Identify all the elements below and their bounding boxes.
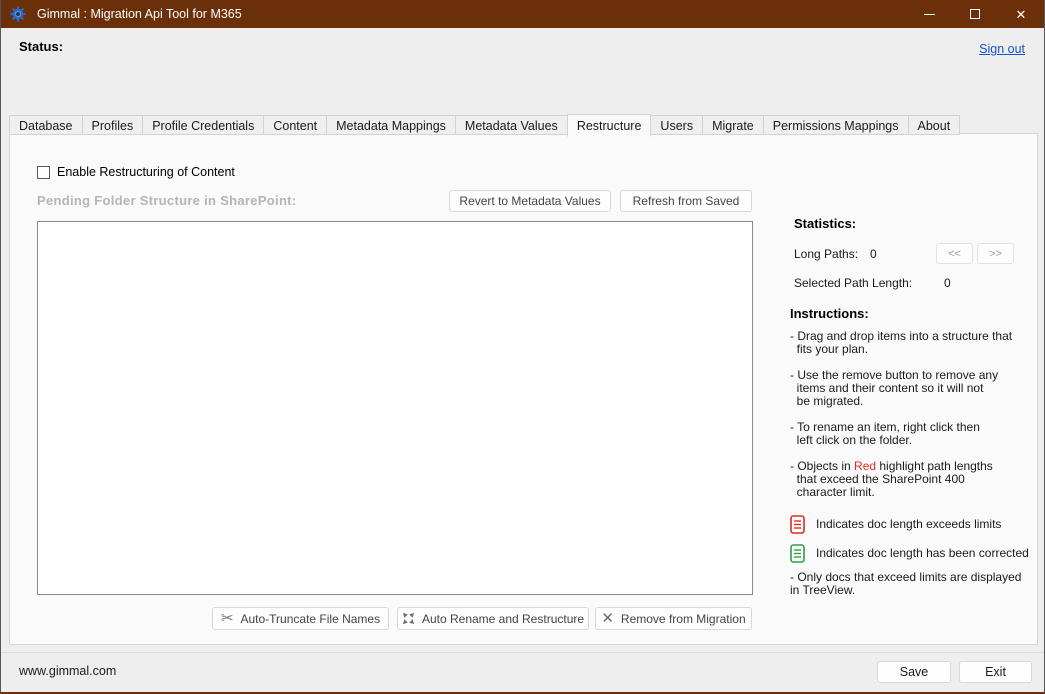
- sign-out-link[interactable]: Sign out: [979, 42, 1025, 56]
- auto-rename-label: Auto Rename and Restructure: [422, 612, 584, 626]
- remove-from-migration-button[interactable]: ✕ Remove from Migration: [595, 607, 752, 630]
- app-window: Gimmal : Migration Api Tool for M365 ✕ S…: [0, 0, 1045, 694]
- legend-corrected-text: Indicates doc length has been corrected: [816, 546, 1029, 560]
- selected-path-length-value: 0: [944, 276, 951, 290]
- folder-structure-treeview[interactable]: [37, 221, 753, 595]
- instruction-red-pre: - Objects in: [790, 459, 854, 473]
- tab-metadata-mappings[interactable]: Metadata Mappings: [326, 115, 456, 135]
- selected-path-length-label: Selected Path Length:: [794, 276, 912, 290]
- instructions-body: - Drag and drop items into a structure t…: [790, 330, 1040, 597]
- tab-strip: Database Profiles Profile Credentials Co…: [9, 114, 959, 135]
- next-long-path-button[interactable]: >>: [977, 243, 1014, 264]
- instruction-rename: - To rename an item, right click then le…: [790, 421, 1040, 447]
- window-controls: ✕: [906, 0, 1044, 28]
- minimize-button[interactable]: [906, 0, 952, 28]
- enable-restructuring-row: Enable Restructuring of Content: [37, 165, 235, 179]
- close-button[interactable]: ✕: [998, 0, 1044, 28]
- tab-database[interactable]: Database: [9, 115, 83, 135]
- restructure-tab-page: Enable Restructuring of Content Pending …: [9, 133, 1038, 645]
- window-title: Gimmal : Migration Api Tool for M365: [37, 7, 242, 21]
- revert-to-metadata-values-button[interactable]: Revert to Metadata Values: [449, 190, 611, 212]
- maximize-icon: [970, 9, 980, 19]
- tab-users[interactable]: Users: [650, 115, 703, 135]
- enable-restructuring-label: Enable Restructuring of Content: [57, 165, 235, 179]
- save-button[interactable]: Save: [877, 661, 951, 683]
- x-remove-icon: ✕: [601, 611, 614, 626]
- instruction-red-objects: - Objects in Red highlight path lengths …: [790, 460, 1040, 499]
- pending-structure-label: Pending Folder Structure in SharePoint:: [37, 193, 296, 208]
- title-bar: Gimmal : Migration Api Tool for M365 ✕: [1, 0, 1044, 28]
- website-label: www.gimmal.com: [19, 664, 116, 678]
- long-paths-value: 0: [870, 247, 877, 261]
- remove-label: Remove from Migration: [621, 612, 746, 626]
- tab-migrate[interactable]: Migrate: [702, 115, 764, 135]
- legend-exceeds-limits: Indicates doc length exceeds limits: [790, 513, 1040, 535]
- enable-restructuring-checkbox[interactable]: [37, 166, 50, 179]
- tab-content[interactable]: Content: [263, 115, 327, 135]
- instructions-title: Instructions:: [790, 306, 869, 321]
- maximize-button[interactable]: [952, 0, 998, 28]
- exit-button[interactable]: Exit: [959, 661, 1032, 683]
- scissors-icon: ✂: [221, 611, 234, 626]
- previous-long-path-button[interactable]: <<: [936, 243, 973, 264]
- tab-profiles[interactable]: Profiles: [82, 115, 144, 135]
- tab-about[interactable]: About: [908, 115, 961, 135]
- collapse-arrows-icon: [402, 612, 415, 625]
- instruction-remove-button: - Use the remove button to remove any it…: [790, 369, 1040, 408]
- instruction-drag-drop: - Drag and drop items into a structure t…: [790, 330, 1040, 356]
- long-paths-label: Long Paths:: [794, 247, 858, 261]
- instruction-red-word: Red: [854, 459, 876, 473]
- minimize-icon: [924, 14, 935, 15]
- refresh-from-saved-button[interactable]: Refresh from Saved: [620, 190, 752, 212]
- legend-corrected: Indicates doc length has been corrected: [790, 542, 1040, 564]
- status-label: Status:: [19, 39, 63, 54]
- gear-app-icon: [10, 6, 26, 22]
- instruction-treeview-note: - Only docs that exceed limits are displ…: [790, 571, 1040, 597]
- auto-truncate-file-names-button[interactable]: ✂ Auto-Truncate File Names: [212, 607, 389, 630]
- red-doc-icon: [790, 515, 805, 534]
- auto-truncate-label: Auto-Truncate File Names: [240, 612, 380, 626]
- tab-metadata-values[interactable]: Metadata Values: [455, 115, 568, 135]
- legend-exceeds-text: Indicates doc length exceeds limits: [816, 517, 1001, 531]
- footer-divider: [1, 652, 1044, 653]
- auto-rename-restructure-button[interactable]: Auto Rename and Restructure: [397, 607, 589, 630]
- statistics-title: Statistics:: [794, 216, 856, 231]
- green-doc-icon: [790, 544, 805, 563]
- close-icon: ✕: [1016, 8, 1027, 21]
- tab-restructure[interactable]: Restructure: [567, 114, 652, 137]
- tab-permissions-mappings[interactable]: Permissions Mappings: [763, 115, 909, 135]
- tab-profile-credentials[interactable]: Profile Credentials: [142, 115, 264, 135]
